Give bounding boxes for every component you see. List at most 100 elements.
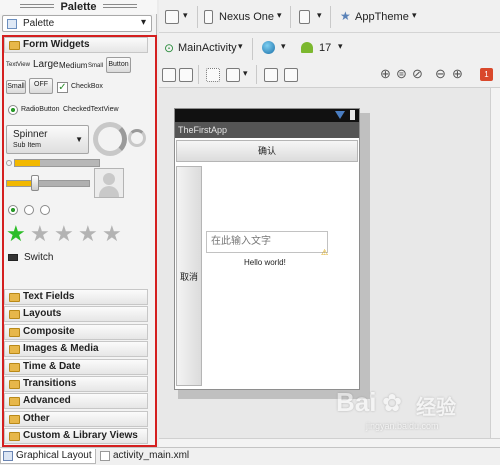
widget-toggle-button[interactable]: OFF	[29, 78, 53, 94]
widget-checkbox[interactable]: CheckBox	[71, 83, 103, 90]
widget-radiobutton[interactable]: RadioButton	[21, 106, 60, 113]
widget-button[interactable]: Button	[106, 57, 131, 73]
chevron-down-icon[interactable]: ▾	[238, 41, 243, 52]
screen-size-icon[interactable]	[165, 10, 179, 24]
margins-icon[interactable]	[206, 68, 220, 82]
category-layouts[interactable]: Layouts	[4, 306, 148, 322]
gravity-icon[interactable]	[226, 68, 240, 82]
chevron-down-icon[interactable]: ▾	[412, 10, 417, 21]
widget-checkedtextview[interactable]: CheckedTextView	[63, 106, 119, 113]
phone-icon[interactable]	[204, 10, 213, 24]
category-label: Time & Date	[23, 361, 81, 372]
tab-graphical-layout[interactable]: Graphical Layout	[0, 449, 96, 464]
palette-dropdown[interactable]: Palette ▾	[2, 15, 152, 32]
folder-icon	[9, 345, 20, 354]
category-time-date[interactable]: Time & Date	[4, 359, 148, 375]
text-input[interactable]: 在此输入文字	[206, 231, 328, 253]
drag-grip-icon	[20, 4, 54, 8]
star-empty-icon[interactable]: ★	[102, 223, 122, 245]
chevron-down-icon[interactable]: ▾	[317, 10, 322, 21]
zoom-best-fit-icon[interactable]: ⊕	[380, 66, 391, 82]
activity-selector[interactable]: MainActivity	[178, 42, 237, 54]
theme-star-icon[interactable]: ★	[340, 9, 351, 23]
xml-file-icon	[100, 451, 110, 461]
folder-icon	[9, 328, 20, 337]
device-selector[interactable]: Nexus One	[219, 11, 274, 23]
app-title-bar: TheFirstApp	[175, 122, 359, 138]
distribute-weights-icon[interactable]	[264, 68, 278, 82]
tab-label: activity_main.xml	[113, 450, 190, 461]
seekbar-thumb[interactable]	[31, 175, 39, 191]
globe-icon[interactable]	[262, 41, 275, 54]
palette-title-bar[interactable]: Palette	[0, 0, 157, 14]
chevron-down-icon[interactable]: ▾	[183, 10, 188, 21]
zoom-real-size-icon[interactable]: ⊜	[396, 66, 407, 82]
toggle-fill-width-icon[interactable]	[162, 68, 176, 82]
category-label: Advanced	[23, 395, 71, 406]
category-advanced[interactable]: Advanced	[4, 393, 148, 409]
horizontal-scrollbar[interactable]	[159, 438, 500, 447]
chevron-down-icon[interactable]: ▾	[281, 41, 286, 52]
widget-switch[interactable]: Switch	[24, 252, 53, 263]
category-label: Composite	[23, 326, 75, 337]
widget-medium-text[interactable]: Medium	[59, 61, 87, 70]
widget-large-text[interactable]: Large	[33, 59, 59, 70]
toggle-fill-height-icon[interactable]	[179, 68, 193, 82]
folder-icon	[9, 310, 20, 319]
orientation-icon[interactable]	[299, 10, 310, 24]
star-empty-icon[interactable]: ★	[78, 223, 98, 245]
widget-seekbar[interactable]	[6, 180, 90, 187]
zoom-out-icon[interactable]: ⊖	[435, 66, 446, 82]
theme-selector[interactable]: AppTheme	[355, 11, 409, 23]
chevron-down-icon[interactable]: ▾	[243, 68, 248, 79]
hello-textview[interactable]: Hello world!	[244, 258, 286, 267]
widget-progress-horizontal[interactable]	[14, 159, 100, 167]
warning-icon[interactable]: ⚠	[321, 248, 328, 257]
toolbar-separator	[252, 38, 253, 60]
category-images-media[interactable]: Images & Media	[4, 341, 148, 357]
widget-spinner[interactable]: Spinner Sub Item ▼	[6, 125, 89, 154]
tab-activity-main-xml[interactable]: activity_main.xml	[98, 449, 218, 464]
android-icon[interactable]	[301, 42, 313, 53]
folder-open-icon	[9, 41, 20, 50]
folder-icon	[9, 432, 20, 441]
toolbar-separator	[290, 6, 291, 28]
palette-title: Palette	[60, 1, 97, 13]
category-transitions[interactable]: Transitions	[4, 376, 148, 392]
category-text-fields[interactable]: Text Fields	[4, 289, 148, 305]
zoom-fit-icon[interactable]: ⊘	[412, 66, 423, 82]
clear-weights-icon[interactable]	[284, 68, 298, 82]
chevron-down-icon[interactable]: ▾	[338, 41, 343, 52]
widget-imageview[interactable]	[94, 168, 124, 198]
api-level-selector[interactable]: 17	[319, 42, 331, 54]
checkbox-icon[interactable]: ✓	[57, 82, 68, 93]
star-filled-icon[interactable]: ★	[6, 223, 26, 245]
widget-progress-tiny[interactable]	[6, 160, 12, 166]
category-label: Images & Media	[23, 343, 99, 354]
widget-progress-small[interactable]	[128, 129, 146, 147]
widget-textview[interactable]: TextView	[6, 62, 30, 68]
vertical-scrollbar[interactable]	[490, 88, 500, 438]
radio-icon[interactable]	[8, 105, 18, 115]
category-composite[interactable]: Composite	[4, 324, 148, 340]
chevron-down-icon[interactable]: ▾	[277, 10, 282, 21]
category-custom-library-views[interactable]: Custom & Library Views	[4, 428, 148, 444]
confirm-button[interactable]: 确认	[176, 140, 358, 162]
error-indicator-icon[interactable]: 1	[480, 68, 493, 81]
widget-small-button[interactable]: Small	[6, 80, 26, 94]
radio-group-item-icon[interactable]	[8, 205, 18, 215]
radio-group-item-icon[interactable]	[24, 205, 34, 215]
category-form-widgets[interactable]: Form Widgets	[4, 37, 148, 53]
category-other[interactable]: Other	[4, 411, 148, 427]
widget-progress-large[interactable]	[93, 122, 127, 156]
widget-small-text[interactable]: Small	[88, 63, 103, 69]
category-label: Form Widgets	[23, 39, 90, 50]
folder-icon	[9, 380, 20, 389]
zoom-in-icon[interactable]: ⊕	[452, 66, 463, 82]
star-empty-icon[interactable]: ★	[30, 223, 50, 245]
dropdown-arrow-icon: ▼	[75, 135, 83, 144]
star-empty-icon[interactable]: ★	[54, 223, 74, 245]
radio-group-item-icon[interactable]	[40, 205, 50, 215]
switch-icon[interactable]	[8, 254, 18, 261]
cancel-button[interactable]: 取消	[176, 166, 202, 386]
